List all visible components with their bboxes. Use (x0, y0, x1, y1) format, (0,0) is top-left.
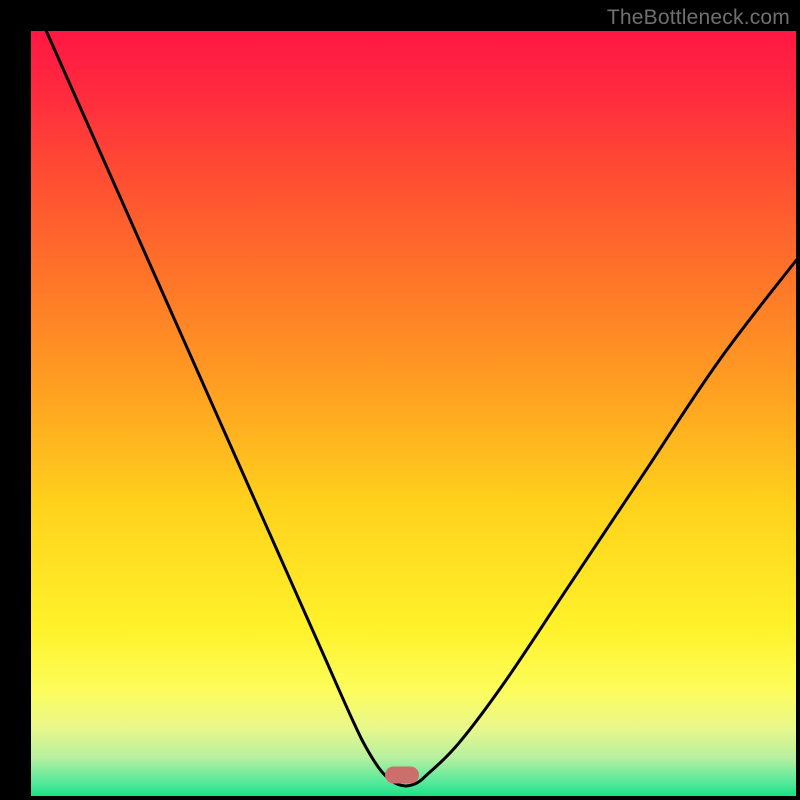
chart-svg (0, 0, 800, 800)
watermark-text: TheBottleneck.com (607, 6, 790, 30)
chart-stage: TheBottleneck.com (0, 0, 800, 800)
plot-area (31, 31, 796, 796)
optimal-marker (385, 767, 419, 784)
